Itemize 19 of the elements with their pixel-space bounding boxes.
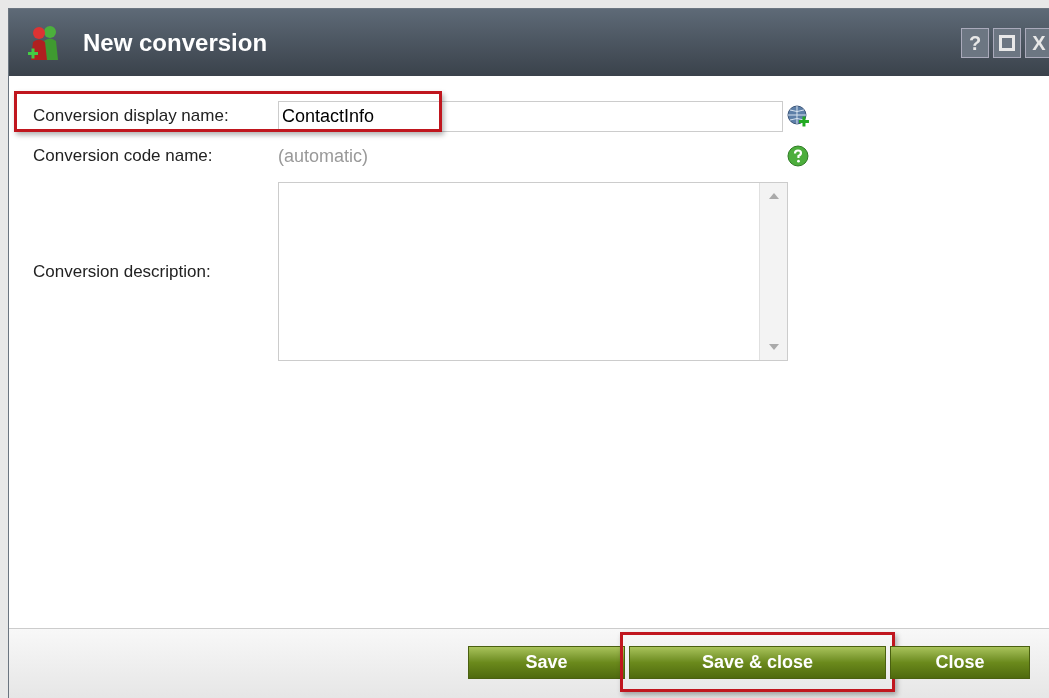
action-button[interactable]: Close [890,646,1030,679]
help-icon[interactable] [787,145,809,167]
field-label: Conversion description: [33,260,212,283]
maximize-icon [999,34,1015,51]
input-field[interactable]: ContactInfo [278,100,784,132]
action-button[interactable]: Save & close [629,646,886,679]
field-value: (automatic) [278,144,370,168]
window-title: New conversion [83,27,268,58]
scrollbar[interactable] [759,183,787,360]
scroll-down-icon[interactable] [768,344,779,350]
action-button[interactable]: Save [468,646,625,679]
field-label: Conversion code name: [33,145,214,168]
field-label: Conversion display name: [33,105,230,128]
maximize-button[interactable] [993,27,1021,58]
scroll-up-icon[interactable] [768,193,779,199]
text-area[interactable] [278,182,788,361]
help-button[interactable]: ? [961,27,989,58]
globe-add-icon[interactable] [787,105,809,127]
window-close-button[interactable]: X [1025,27,1049,58]
